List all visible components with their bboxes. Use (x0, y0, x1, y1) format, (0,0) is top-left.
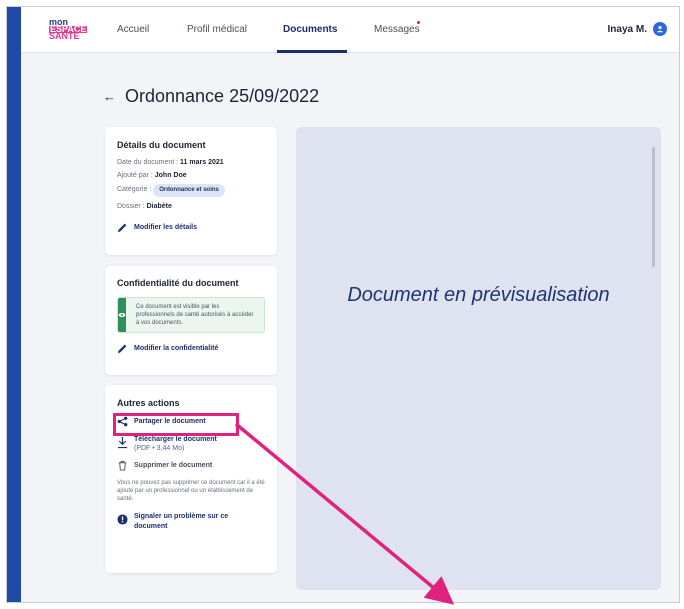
detail-folder: Dossier : Diabète (117, 202, 265, 211)
pencil-icon (117, 344, 127, 354)
privacy-title: Confidentialité du document (117, 278, 239, 288)
category-tag: Ordonnance et soins (153, 184, 225, 197)
edit-privacy-label: Modifier la confidentialité (134, 345, 219, 352)
privacy-notice-text: Ce document est visible par les professi… (136, 304, 254, 326)
logo-line-3: SANTÉ (49, 31, 80, 41)
download-file-meta: (PDF • 3,44 Mo) (134, 445, 185, 452)
delete-document-label: Supprimer le document (134, 462, 213, 469)
added-by-label: Ajouté par : (117, 172, 153, 179)
detail-added-by: Ajouté par : John Doe (117, 171, 265, 180)
pencil-icon (117, 223, 127, 233)
preview-scrollbar[interactable] (652, 147, 655, 267)
document-privacy-card: Confidentialité du document Ce document … (105, 266, 277, 375)
app-window: mon ESPACE SANTÉ Accueil Profil médical … (6, 6, 680, 603)
report-problem-button[interactable]: Signaler un problème sur ce document (117, 512, 265, 532)
user-name: Inaya M. (607, 23, 647, 35)
added-by-value: John Doe (154, 172, 187, 179)
user-menu[interactable]: Inaya M. (608, 22, 667, 36)
detail-date: Date du document : 11 mars 2021 (117, 158, 265, 167)
page-header: ← Ordonnance 25/09/2022 (103, 86, 319, 107)
folder-label: Dossier : (117, 203, 145, 210)
eye-icon (118, 298, 126, 332)
details-title: Détails du document (117, 140, 206, 150)
mon-espace-sante-logo[interactable]: mon ESPACE SANTÉ (49, 18, 88, 43)
active-tab-underline (277, 50, 347, 53)
report-problem-label: Signaler un problème sur ce document (134, 513, 229, 530)
download-document-label: Télécharger le document (134, 436, 217, 443)
preview-placeholder-text: Document en prévisualisation (347, 284, 610, 306)
download-document-button[interactable]: Télécharger le document (PDF • 3,44 Mo) (117, 436, 265, 452)
tab-accueil[interactable]: Accueil (117, 24, 149, 35)
delete-note: Vous ne pouvez pas supprimer ce document… (117, 480, 265, 502)
edit-details-button[interactable]: Modifier les détails (117, 222, 265, 233)
left-accent-bar (7, 7, 21, 602)
user-avatar-icon (653, 22, 667, 36)
document-preview-panel[interactable]: Document en prévisualisation (296, 127, 661, 590)
top-navigation: mon ESPACE SANTÉ Accueil Profil médical … (21, 7, 679, 53)
tab-messages[interactable]: Messages (374, 24, 420, 35)
detail-category: Catégorie : Ordonnance et soins (117, 184, 265, 197)
date-value: 11 mars 2021 (180, 159, 224, 166)
edit-privacy-button[interactable]: Modifier la confidentialité (117, 343, 265, 354)
info-icon (117, 514, 128, 525)
page-title: Ordonnance 25/09/2022 (125, 86, 320, 106)
annotation-highlight-box (113, 413, 239, 436)
back-arrow-icon[interactable]: ← (103, 89, 116, 104)
date-label: Date du document : (117, 159, 179, 166)
edit-details-label: Modifier les détails (134, 224, 198, 231)
document-details-card: Détails du document Date du document : 1… (105, 127, 277, 255)
delete-document-button[interactable]: Supprimer le document (117, 460, 265, 471)
privacy-notice: Ce document est visible par les professi… (117, 297, 265, 333)
folder-value: Diabète (146, 203, 172, 210)
messages-notification-dot (417, 21, 420, 24)
download-icon (117, 437, 128, 449)
tab-profil-medical[interactable]: Profil médical (187, 24, 247, 35)
actions-title: Autres actions (117, 398, 180, 408)
trash-icon (118, 460, 127, 471)
category-label: Catégorie : (117, 186, 152, 193)
tab-documents[interactable]: Documents (283, 24, 337, 35)
